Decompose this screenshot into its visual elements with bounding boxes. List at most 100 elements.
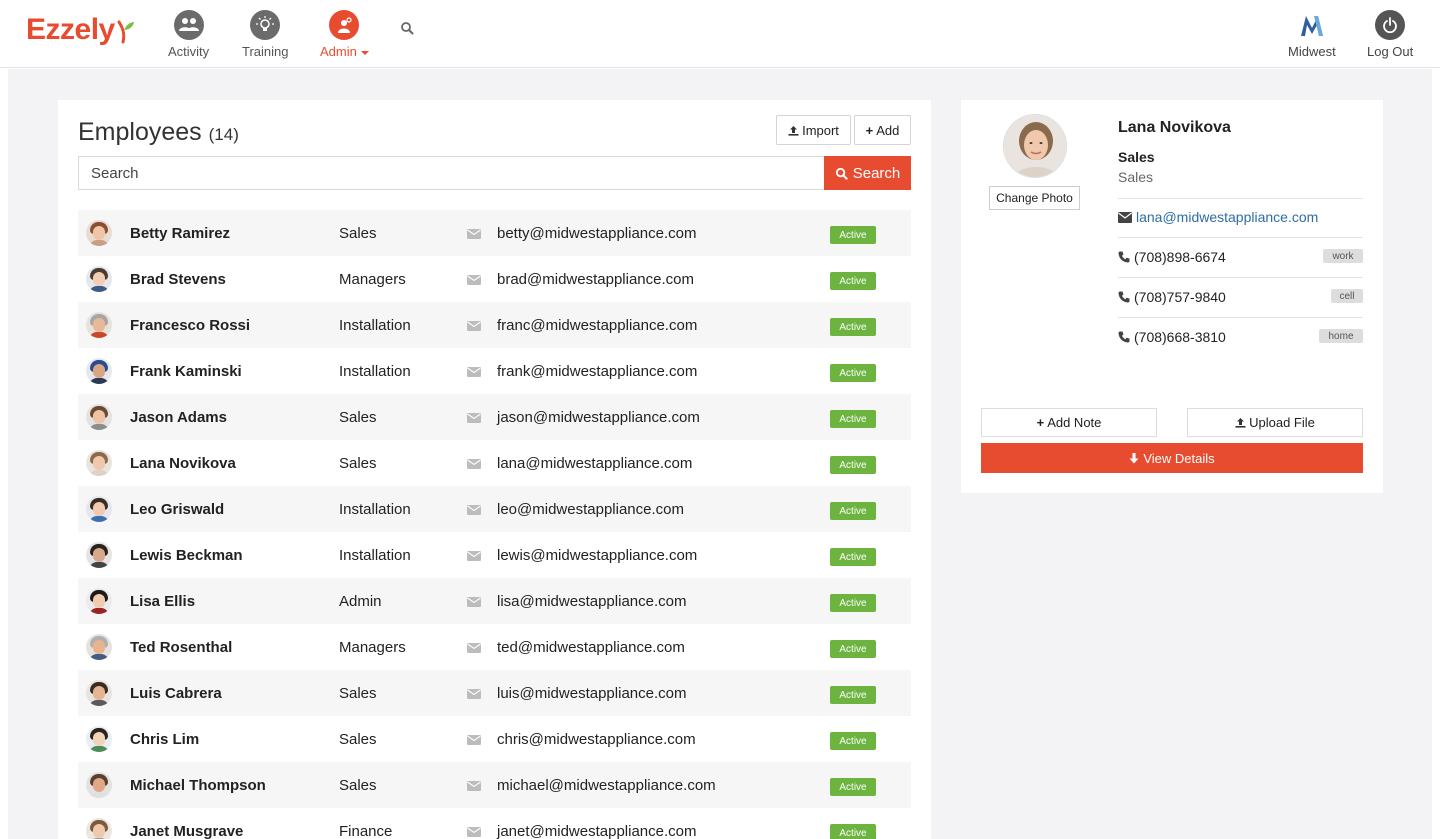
avatar [86, 450, 112, 476]
search-button[interactable]: Search [824, 156, 911, 190]
employee-department: Installation [339, 501, 411, 518]
envelope-icon [467, 643, 481, 653]
phone-number: (708)668-3810 [1134, 329, 1226, 345]
employee-email[interactable]: franc@midwestappliance.com [497, 317, 697, 334]
phone-work[interactable]: (708)898-6674 [1118, 249, 1226, 265]
table-row[interactable]: Chris Lim Sales chris@midwestappliance.com… [78, 716, 911, 762]
employee-email[interactable]: lisa@midwestappliance.com [497, 593, 686, 610]
status-badge: Active [830, 640, 876, 658]
table-row[interactable]: Janet Musgrave Finance janet@midwestapplia… [78, 808, 911, 839]
arrow-down-icon [1129, 452, 1139, 463]
employee-email[interactable]: jason@midwestappliance.com [497, 409, 700, 426]
add-employee-button[interactable]: + Add [854, 115, 911, 145]
import-button[interactable]: Import [776, 115, 851, 145]
employee-name: Leo Griswald [130, 501, 225, 518]
chevron-down-icon [360, 50, 369, 55]
envelope-icon [467, 459, 481, 469]
table-row[interactable]: Frank Kaminski Installation frank@midwesta… [78, 348, 911, 394]
search-icon [835, 167, 848, 180]
plus-icon: + [865, 122, 874, 138]
upload-file-button[interactable]: Upload File [1187, 408, 1363, 437]
power-icon [1375, 10, 1406, 40]
status-badge: Active [830, 364, 876, 382]
employee-department: Installation [339, 547, 411, 564]
avatar [1003, 114, 1067, 178]
employee-department: Sales [339, 685, 377, 702]
table-row[interactable]: Betty Ramirez Sales betty@midwestappliance… [78, 210, 911, 256]
avatar [86, 588, 112, 614]
add-note-button[interactable]: + Add Note [981, 408, 1157, 437]
nav-activity[interactable]: Activity [168, 10, 209, 59]
status-badge: Active [830, 778, 876, 796]
status-badge: Active [830, 456, 876, 474]
envelope-icon [467, 597, 481, 607]
upload-file-label: Upload File [1249, 415, 1315, 430]
table-row[interactable]: Lewis Beckman Installation lewis@midwestap… [78, 532, 911, 578]
employee-email[interactable]: ted@midwestappliance.com [497, 639, 685, 656]
avatar [86, 220, 112, 246]
table-row[interactable]: Michael Thompson Sales michael@midwestappl… [78, 762, 911, 808]
phone-number: (708)898-6674 [1134, 249, 1226, 265]
employee-email[interactable]: chris@midwestappliance.com [497, 731, 696, 748]
page-title: Employees (14) [78, 118, 239, 147]
employee-email[interactable]: michael@midwestappliance.com [497, 777, 716, 794]
phone-tag-cell: cell [1331, 289, 1363, 303]
brand-logo[interactable]: Ezzely [26, 13, 135, 47]
phone-tag-work: work [1323, 249, 1363, 263]
status-badge: Active [830, 824, 876, 839]
divider [1118, 277, 1363, 278]
employee-name: Betty Ramirez [130, 225, 231, 242]
avatar [86, 818, 112, 839]
employee-name: Janet Musgrave [130, 823, 244, 839]
employee-email[interactable]: lewis@midwestappliance.com [497, 547, 697, 564]
lightbulb-icon [250, 10, 281, 40]
divider [1118, 198, 1363, 199]
envelope-icon [467, 229, 481, 239]
avatar [86, 680, 112, 706]
view-details-button[interactable]: View Details [981, 443, 1363, 473]
search-button-label: Search [852, 164, 901, 182]
employee-name: Lisa Ellis [130, 593, 196, 610]
employee-name: Chris Lim [130, 731, 200, 748]
table-row[interactable]: Jason Adams Sales jason@midwestappliance.c… [78, 394, 911, 440]
employee-email[interactable]: luis@midwestappliance.com [497, 685, 686, 702]
top-navigation-bar: Ezzely Activity Training Admin Midwest L… [0, 0, 1440, 68]
phone-icon [1118, 291, 1130, 303]
nav-admin[interactable]: Admin [320, 10, 369, 59]
employee-email[interactable]: brad@midwestappliance.com [497, 271, 694, 288]
employee-email[interactable]: janet@midwestappliance.com [497, 823, 697, 839]
table-row[interactable]: Lana Novikova Sales lana@midwestappliance.… [78, 440, 911, 486]
nav-training[interactable]: Training [242, 10, 288, 59]
employee-email[interactable]: leo@midwestappliance.com [497, 501, 684, 518]
status-badge: Active [830, 594, 876, 612]
envelope-icon [467, 551, 481, 561]
employee-email[interactable]: betty@midwestappliance.com [497, 225, 696, 242]
phone-home[interactable]: (708)668-3810 [1118, 329, 1226, 345]
table-row[interactable]: Ted Rosenthal Managers ted@midwestapplianc… [78, 624, 911, 670]
table-row[interactable]: Francesco Rossi Installation franc@midwest… [78, 302, 911, 348]
avatar [86, 312, 112, 338]
status-badge: Active [830, 272, 876, 290]
avatar [86, 634, 112, 660]
employee-email[interactable]: frank@midwestappliance.com [497, 363, 697, 380]
employee-department: Managers [339, 271, 406, 288]
detail-email-link[interactable]: lana@midwestappliance.com [1118, 209, 1318, 225]
table-row[interactable]: Lisa Ellis Admin lisa@midwestappliance.com… [78, 578, 911, 624]
change-photo-button[interactable]: Change Photo [989, 186, 1080, 210]
employee-email[interactable]: lana@midwestappliance.com [497, 455, 692, 472]
status-badge: Active [830, 318, 876, 336]
search-icon[interactable] [400, 21, 414, 35]
nav-logout[interactable]: Log Out [1367, 10, 1413, 59]
detail-name: Lana Novikova [1118, 119, 1231, 136]
table-row[interactable]: Brad Stevens Managers brad@midwestapplianc… [78, 256, 911, 302]
table-row[interactable]: Leo Griswald Installation leo@midwestappli… [78, 486, 911, 532]
leaf-icon [117, 20, 134, 44]
table-row[interactable]: Luis Cabrera Sales luis@midwestappliance.c… [78, 670, 911, 716]
employees-count: (14) [208, 125, 239, 144]
employee-name: Lana Novikova [130, 455, 236, 472]
employee-search-input[interactable] [78, 156, 825, 190]
employee-department: Sales [339, 777, 377, 794]
phone-cell[interactable]: (708)757-9840 [1118, 289, 1226, 305]
nav-midwest[interactable]: Midwest [1288, 10, 1336, 59]
employee-department: Sales [339, 455, 377, 472]
